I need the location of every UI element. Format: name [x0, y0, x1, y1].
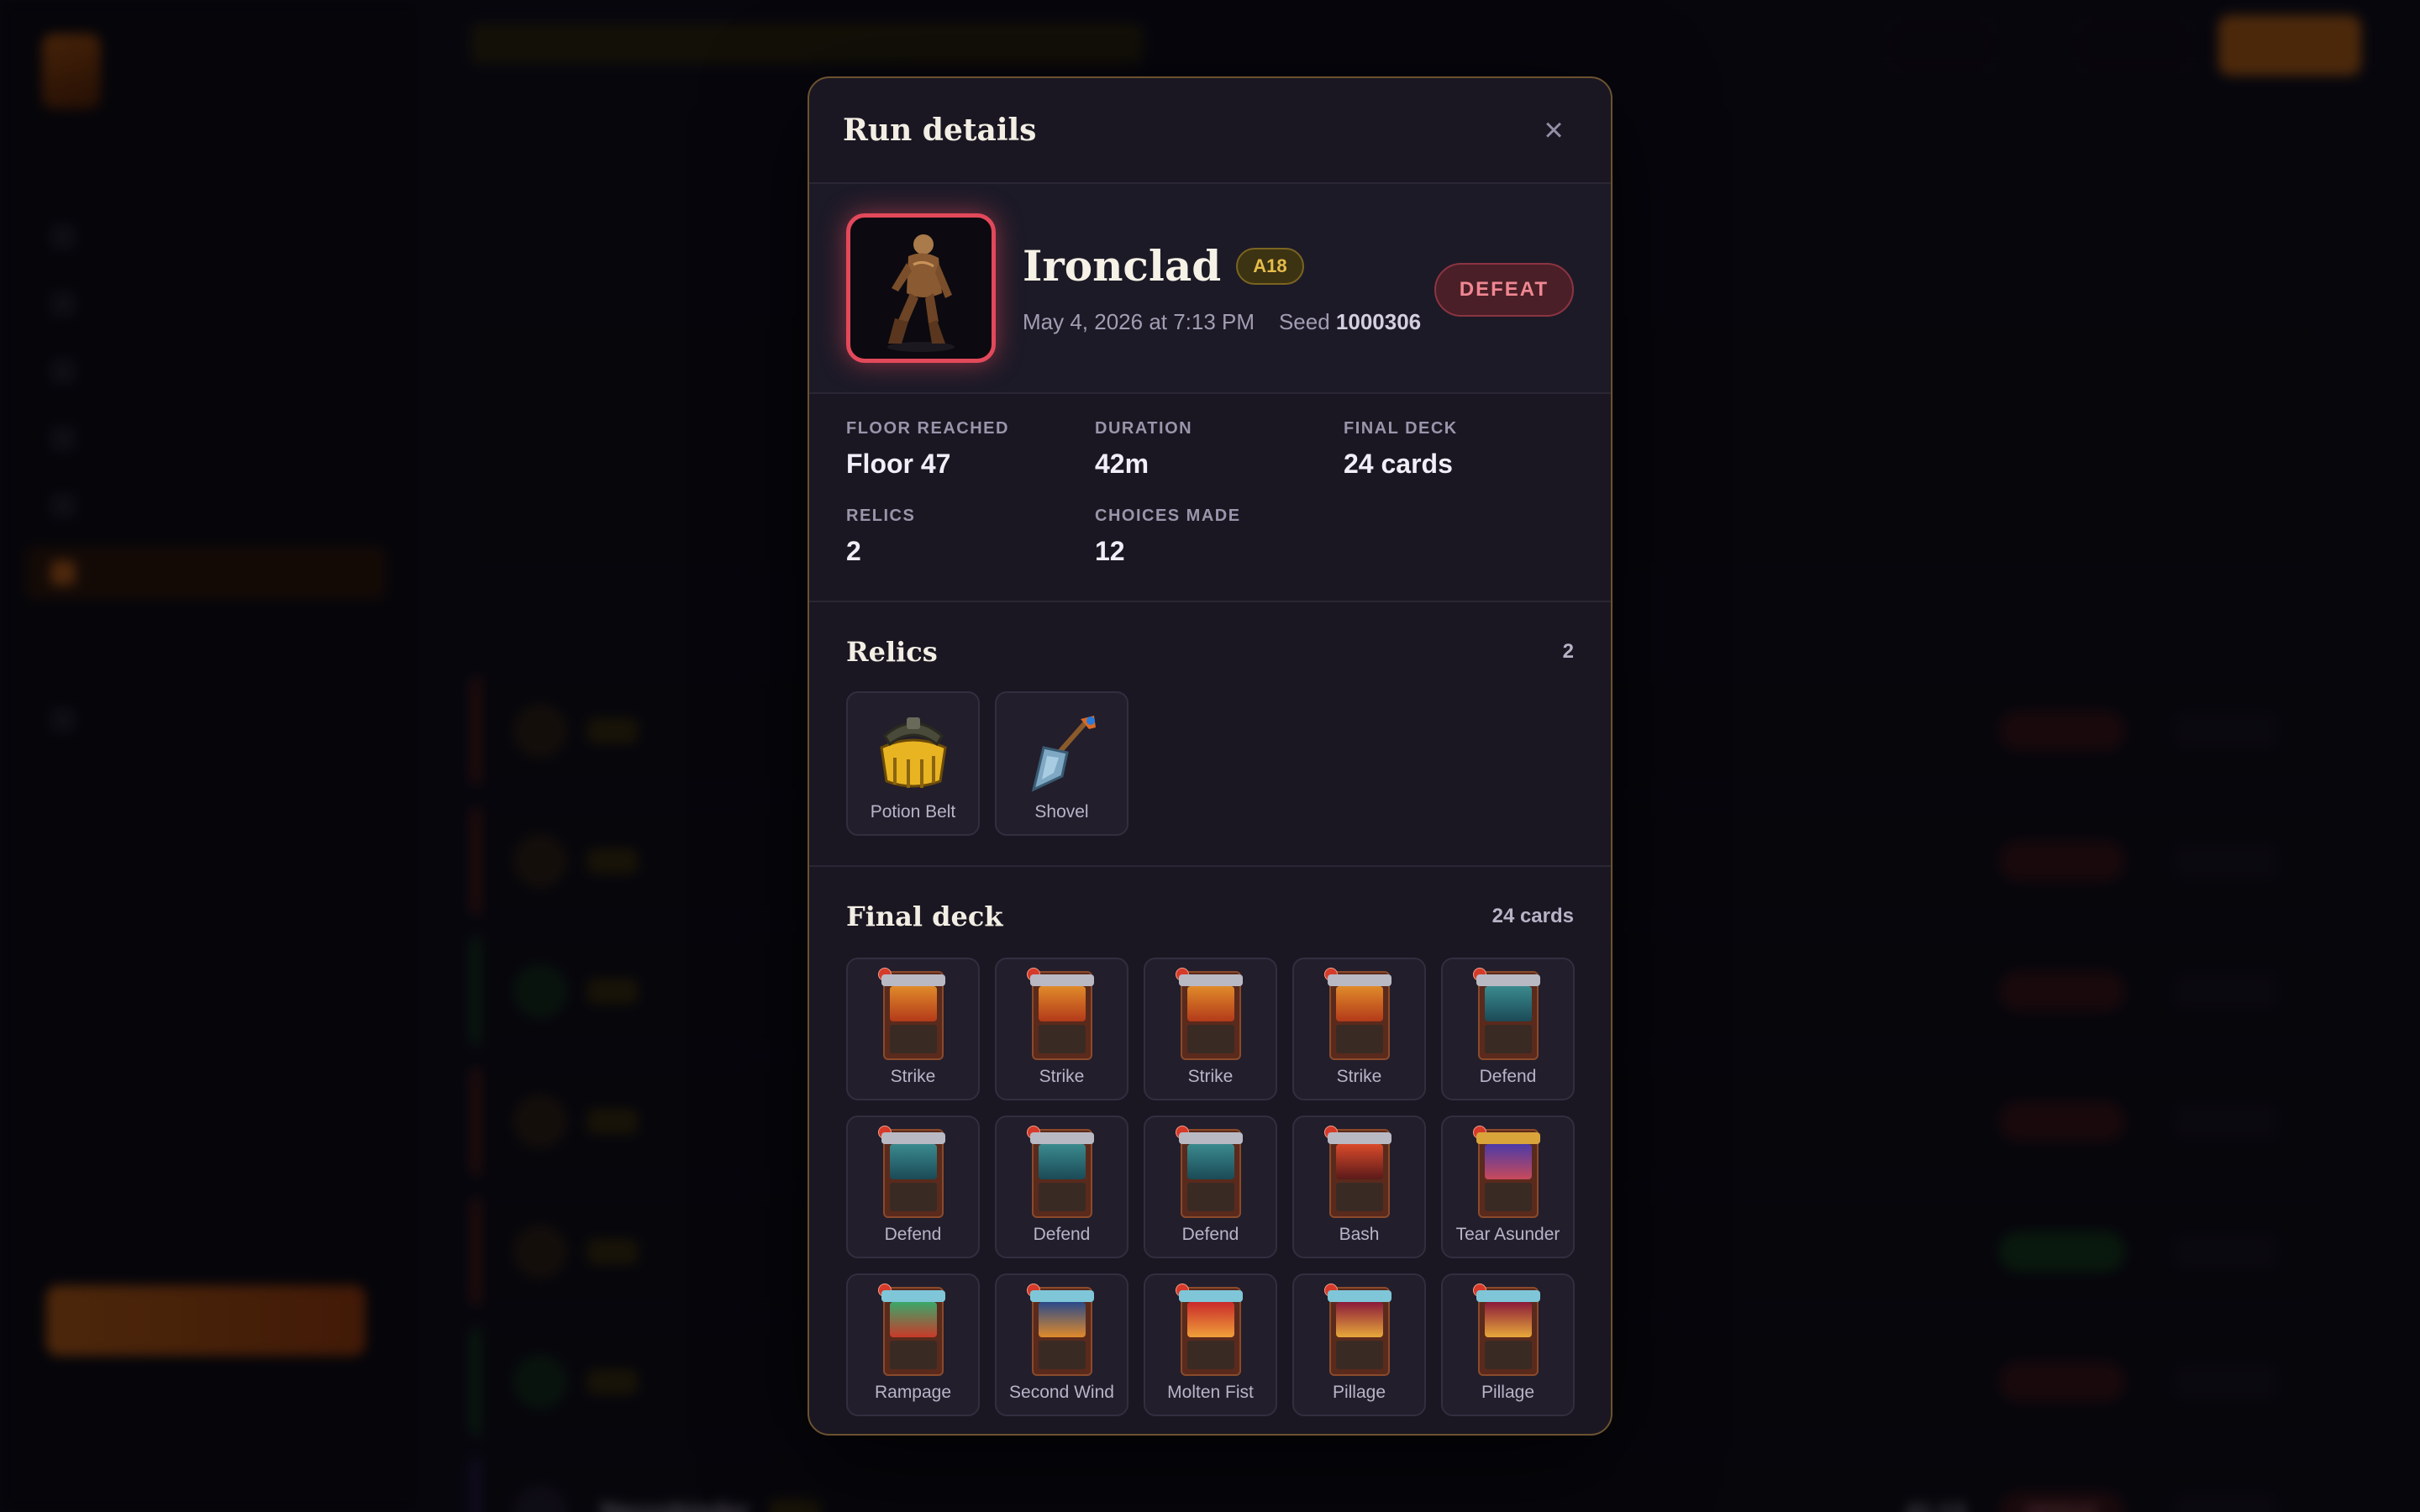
seed-value: 1000306 — [1335, 309, 1422, 334]
seed-label: Seed — [1278, 309, 1330, 334]
card-art-icon — [1323, 968, 1392, 1060]
relic-shovel[interactable]: Shovel — [995, 691, 1128, 836]
deck-count: 24 cards — [1491, 905, 1574, 927]
stat-label: CHOICES MADE — [1095, 507, 1241, 525]
card-tile[interactable]: Tear Asunder — [1441, 1116, 1575, 1258]
stat-duration: DURATION 42m — [1095, 419, 1192, 480]
final-deck-section: Final deck 24 cards Strike Strike Strike St… — [809, 867, 1611, 1416]
card-tile[interactable]: Strike — [1292, 958, 1426, 1100]
stat-label: FLOOR REACHED — [846, 419, 1009, 438]
ascension-badge: A18 — [1236, 247, 1304, 285]
card-name: Molten Fist — [1167, 1383, 1254, 1402]
result-badge: DEFEAT — [1434, 263, 1574, 317]
potion-belt-icon — [867, 705, 960, 797]
close-icon[interactable]: × — [1530, 107, 1577, 154]
character-info: Ironclad A18 May 4, 2026 at 7:13 PM Seed… — [1023, 241, 1421, 335]
card-art-icon — [1175, 1126, 1243, 1218]
relics-section: Relics 2 Potion Belt Shovel — [809, 602, 1611, 867]
run-date: May 4, 2026 at 7:13 PM — [1023, 309, 1255, 334]
card-tile[interactable]: Strike — [1144, 958, 1277, 1100]
card-tile[interactable]: Bash — [1292, 1116, 1426, 1258]
card-art-icon — [877, 1284, 945, 1376]
card-tile[interactable]: Defend — [1144, 1116, 1277, 1258]
run-details-modal: Run details × Ironclad A18 May 4, 2026 a… — [808, 76, 1612, 1436]
character-portrait — [846, 213, 996, 363]
relic-name: Shovel — [1034, 802, 1089, 822]
card-name: Defend — [884, 1225, 942, 1244]
card-tile[interactable]: Defend — [846, 1116, 980, 1258]
card-name: Strike — [1039, 1067, 1085, 1086]
card-art-icon — [1323, 1126, 1392, 1218]
card-art-icon — [1026, 968, 1094, 1060]
stat-value: 2 — [846, 536, 861, 566]
relic-potion-belt[interactable]: Potion Belt — [846, 691, 980, 836]
relic-name: Potion Belt — [870, 802, 956, 822]
stat-final-deck: FINAL DECK 24 cards — [1344, 419, 1458, 480]
stat-label: DURATION — [1095, 419, 1193, 438]
card-art-icon — [877, 968, 945, 1060]
stat-choices: CHOICES MADE 12 — [1095, 507, 1241, 567]
card-name: Defend — [1181, 1225, 1239, 1244]
stat-relics: RELICS 2 — [846, 507, 915, 567]
run-stats: FLOOR REACHED Floor 47 DURATION 42m FINA… — [809, 394, 1611, 602]
shovel-icon — [1016, 705, 1108, 797]
card-tile[interactable]: Pillage — [1441, 1273, 1575, 1416]
card-tile[interactable]: Strike — [846, 958, 980, 1100]
stat-label: FINAL DECK — [1344, 419, 1458, 438]
card-name: Pillage — [1332, 1383, 1386, 1402]
card-name: Rampage — [874, 1383, 952, 1402]
card-name: Strike — [890, 1067, 936, 1086]
card-art-icon — [1175, 1284, 1243, 1376]
card-art-icon — [1472, 1284, 1540, 1376]
card-tile[interactable]: Defend — [1441, 958, 1575, 1100]
modal-title: Run details — [843, 113, 1037, 148]
card-tile[interactable]: Second Wind — [995, 1273, 1128, 1416]
modal-header: Run details × — [809, 78, 1611, 184]
stat-value: 24 cards — [1344, 449, 1453, 479]
card-tile[interactable]: Defend — [995, 1116, 1128, 1258]
card-art-icon — [1175, 968, 1243, 1060]
card-name: Defend — [1479, 1067, 1537, 1086]
deck-grid: Strike Strike Strike Strike Defend Defend Defe… — [809, 958, 1611, 1416]
card-name: Bash — [1339, 1225, 1380, 1244]
card-art-icon — [1323, 1284, 1392, 1376]
ironclad-figure-icon — [887, 234, 955, 352]
run-meta: May 4, 2026 at 7:13 PM Seed 1000306 — [1023, 309, 1421, 335]
card-name: Strike — [1336, 1067, 1382, 1086]
card-art-icon — [1026, 1284, 1094, 1376]
card-name: Defend — [1033, 1225, 1091, 1244]
card-art-icon — [1472, 968, 1540, 1060]
card-name: Strike — [1187, 1067, 1234, 1086]
character-summary: Ironclad A18 May 4, 2026 at 7:13 PM Seed… — [809, 184, 1611, 394]
card-tile[interactable]: Strike — [995, 958, 1128, 1100]
relics-count: 2 — [1562, 640, 1574, 663]
stat-value: 12 — [1095, 536, 1125, 566]
card-art-icon — [1472, 1126, 1540, 1218]
card-name: Tear Asunder — [1455, 1225, 1560, 1244]
card-name: Pillage — [1481, 1383, 1535, 1402]
card-tile[interactable]: Molten Fist — [1144, 1273, 1277, 1416]
card-name: Second Wind — [1009, 1383, 1114, 1402]
stat-label: RELICS — [846, 507, 916, 525]
stat-floor: FLOOR REACHED Floor 47 — [846, 419, 1009, 480]
stat-value: Floor 47 — [846, 449, 951, 479]
character-name: Ironclad — [1023, 241, 1222, 291]
card-tile[interactable]: Rampage — [846, 1273, 980, 1416]
stat-value: 42m — [1095, 449, 1150, 479]
deck-title: Final deck — [846, 900, 1003, 932]
card-tile[interactable]: Pillage — [1292, 1273, 1426, 1416]
card-art-icon — [877, 1126, 945, 1218]
relics-title: Relics — [846, 636, 938, 668]
card-art-icon — [1026, 1126, 1094, 1218]
